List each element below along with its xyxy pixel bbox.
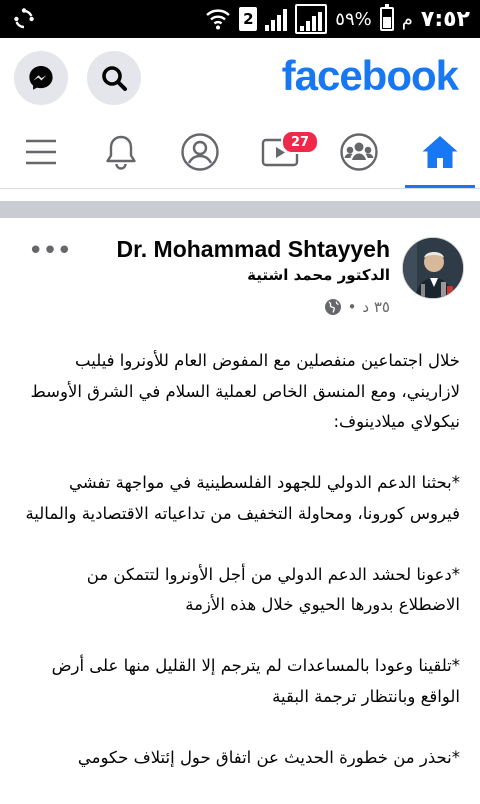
messenger-button[interactable] xyxy=(14,51,68,105)
app-header: facebook xyxy=(0,38,480,116)
groups-icon xyxy=(340,133,378,171)
facebook-logo[interactable]: facebook xyxy=(282,52,459,100)
more-options-icon[interactable]: ••• xyxy=(28,236,72,266)
post-paragraph: *تلقينا وعودا بالمساعدات لم يترجم إلا ال… xyxy=(51,656,460,706)
sim-indicator: 2 xyxy=(239,7,258,31)
sync-icon xyxy=(14,8,34,29)
battery-percent: ٥٩% xyxy=(335,8,372,30)
active-tab-indicator xyxy=(405,185,475,188)
menu-icon xyxy=(26,139,56,165)
post-body: خلال اجتماعين منفصلين مع المفوض العام لل… xyxy=(24,346,460,804)
post-time[interactable]: ٣٥ د xyxy=(362,298,390,316)
post-card: ••• Dr. Mohammad Shtayyeh الدكتور محمد ا… xyxy=(0,218,480,800)
clock: ٧:٥٢ xyxy=(420,6,470,32)
avatar-image xyxy=(403,238,463,298)
messenger-icon xyxy=(29,66,53,90)
home-icon xyxy=(422,136,458,168)
tab-home[interactable] xyxy=(405,116,475,188)
signal-icon xyxy=(265,7,288,31)
bell-icon xyxy=(106,135,136,170)
battery-icon xyxy=(379,4,394,31)
post-paragraph: خلال اجتماعين منفصلين مع المفوض العام لل… xyxy=(30,351,460,431)
watch-badge: 27 xyxy=(281,130,319,154)
post-author-arabic[interactable]: الدكتور محمد اشتية xyxy=(247,266,390,284)
feed-divider xyxy=(0,201,480,218)
post-paragraph: *دعونا لحشد الدعم الدولي من أجل الأونروا… xyxy=(86,564,460,615)
tab-bar: 27 xyxy=(0,116,480,189)
post-paragraph: *نحذر من خطورة الحديث عن اتفاق حول إئتلا… xyxy=(77,747,460,767)
status-bar: 2 ٥٩% م ٧:٥٢ xyxy=(0,0,480,38)
profile-icon xyxy=(181,133,219,171)
search-icon xyxy=(102,66,127,91)
wifi-icon xyxy=(206,9,231,30)
post-separator: • xyxy=(347,298,357,316)
ampm: م xyxy=(401,8,413,30)
tab-menu[interactable] xyxy=(6,116,76,188)
signal-icon-2 xyxy=(295,4,328,34)
tab-watch[interactable]: 27 xyxy=(245,116,319,188)
tab-groups[interactable] xyxy=(324,116,394,188)
post-author[interactable]: Dr. Mohammad Shtayyeh xyxy=(116,236,390,263)
tab-notifications[interactable] xyxy=(86,116,156,188)
globe-icon xyxy=(324,299,341,315)
post-meta: • ٣٥ د xyxy=(324,298,390,316)
avatar[interactable] xyxy=(402,237,464,299)
tab-profile[interactable] xyxy=(165,116,235,188)
search-button[interactable] xyxy=(87,51,141,105)
post-paragraph: *بحثنا الدعم الدولي للجهود الفلسطينية في… xyxy=(25,473,460,523)
